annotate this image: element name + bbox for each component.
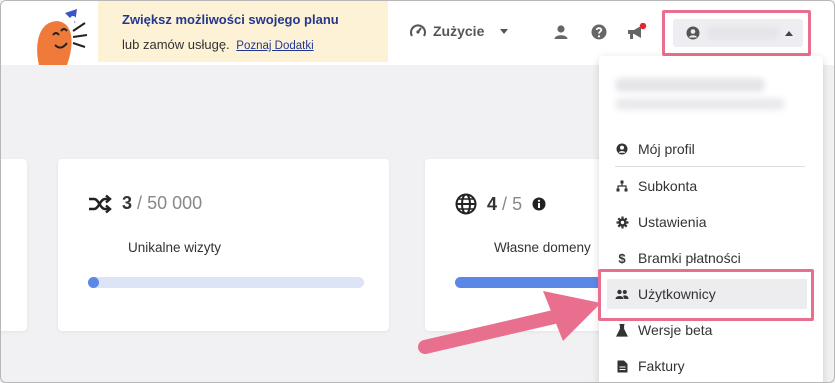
visits-progress-fill: [88, 277, 99, 288]
megaphone-icon[interactable]: [626, 23, 648, 41]
menu-item-label: Faktury: [638, 358, 685, 374]
pointer-arrow-annotation: [418, 291, 601, 354]
stat-card-partial: [1, 159, 27, 331]
info-icon[interactable]: [532, 197, 546, 211]
menu-item-subaccounts[interactable]: Subkonta: [599, 171, 809, 201]
visits-progress-track: [88, 277, 364, 288]
menu-item-settings[interactable]: Ustawienia: [599, 207, 809, 237]
user-circle-icon: [616, 143, 628, 155]
domains-label: Własne domeny: [494, 240, 591, 255]
users-highlight-box: [598, 269, 814, 321]
domains-current: 4: [487, 193, 498, 214]
notification-dot: [639, 23, 647, 30]
visits-current: 3: [122, 193, 133, 213]
account-email-blurred: [615, 98, 785, 110]
upgrade-promo-banner: Zwiększ możliwości swojego planu lub zam…: [98, 1, 388, 62]
menu-item-profile[interactable]: Mój profil: [599, 134, 809, 164]
gear-icon: [616, 216, 628, 228]
shuffle-icon: [89, 194, 112, 213]
menu-divider: [615, 166, 805, 167]
mascot-icon: [37, 9, 88, 65]
visits-max: 50 000: [147, 193, 203, 213]
user-icon[interactable]: [552, 23, 570, 41]
menu-item-invoices[interactable]: Faktury: [599, 351, 809, 381]
account-highlight-box: [662, 10, 811, 56]
promo-text: lub zamów usługę. Poznaj Dodatki: [122, 37, 314, 52]
domains-max: 5: [512, 193, 523, 214]
promo-line: lub zamów usługę.: [122, 37, 230, 52]
visits-label: Unikalne wizyty: [128, 240, 222, 255]
menu-item-label: Subkonta: [638, 178, 698, 194]
sitemap-icon: [616, 180, 628, 192]
flask-icon: [616, 323, 628, 337]
domains-stat: 4 / 5: [455, 193, 546, 215]
app-window: Zwiększ możliwości swojego planu lub zam…: [0, 0, 835, 383]
stat-card-visits: 3 / 50 000 Unikalne wizyty: [58, 159, 389, 331]
visits-stat: 3 / 50 000: [88, 193, 202, 214]
globe-icon: [455, 193, 477, 215]
chevron-down-icon: [500, 28, 509, 34]
menu-item-label: Ustawienia: [638, 214, 707, 230]
speedometer-icon: [410, 24, 426, 37]
invoice-icon: [617, 360, 627, 372]
menu-item-label: Mój profil: [638, 141, 695, 157]
account-dropdown-menu: Mój profil Subkonta Ustawienia $ Bramki …: [599, 56, 823, 382]
help-icon[interactable]: [590, 23, 608, 41]
menu-item-label: Bramki płatności: [638, 250, 741, 266]
menu-item-label: Wersje beta: [638, 322, 713, 338]
promo-title: Zwiększ możliwości swojego planu: [122, 12, 339, 27]
account-name-blurred: [615, 78, 765, 92]
usage-label: Zużycie: [433, 23, 485, 39]
domains-separator: /: [502, 193, 508, 214]
usage-dropdown[interactable]: Zużycie: [409, 23, 509, 39]
dollar-icon: $: [618, 250, 626, 266]
addons-link[interactable]: Poznaj Dodatki: [236, 40, 313, 52]
visits-separator: /: [137, 193, 143, 213]
